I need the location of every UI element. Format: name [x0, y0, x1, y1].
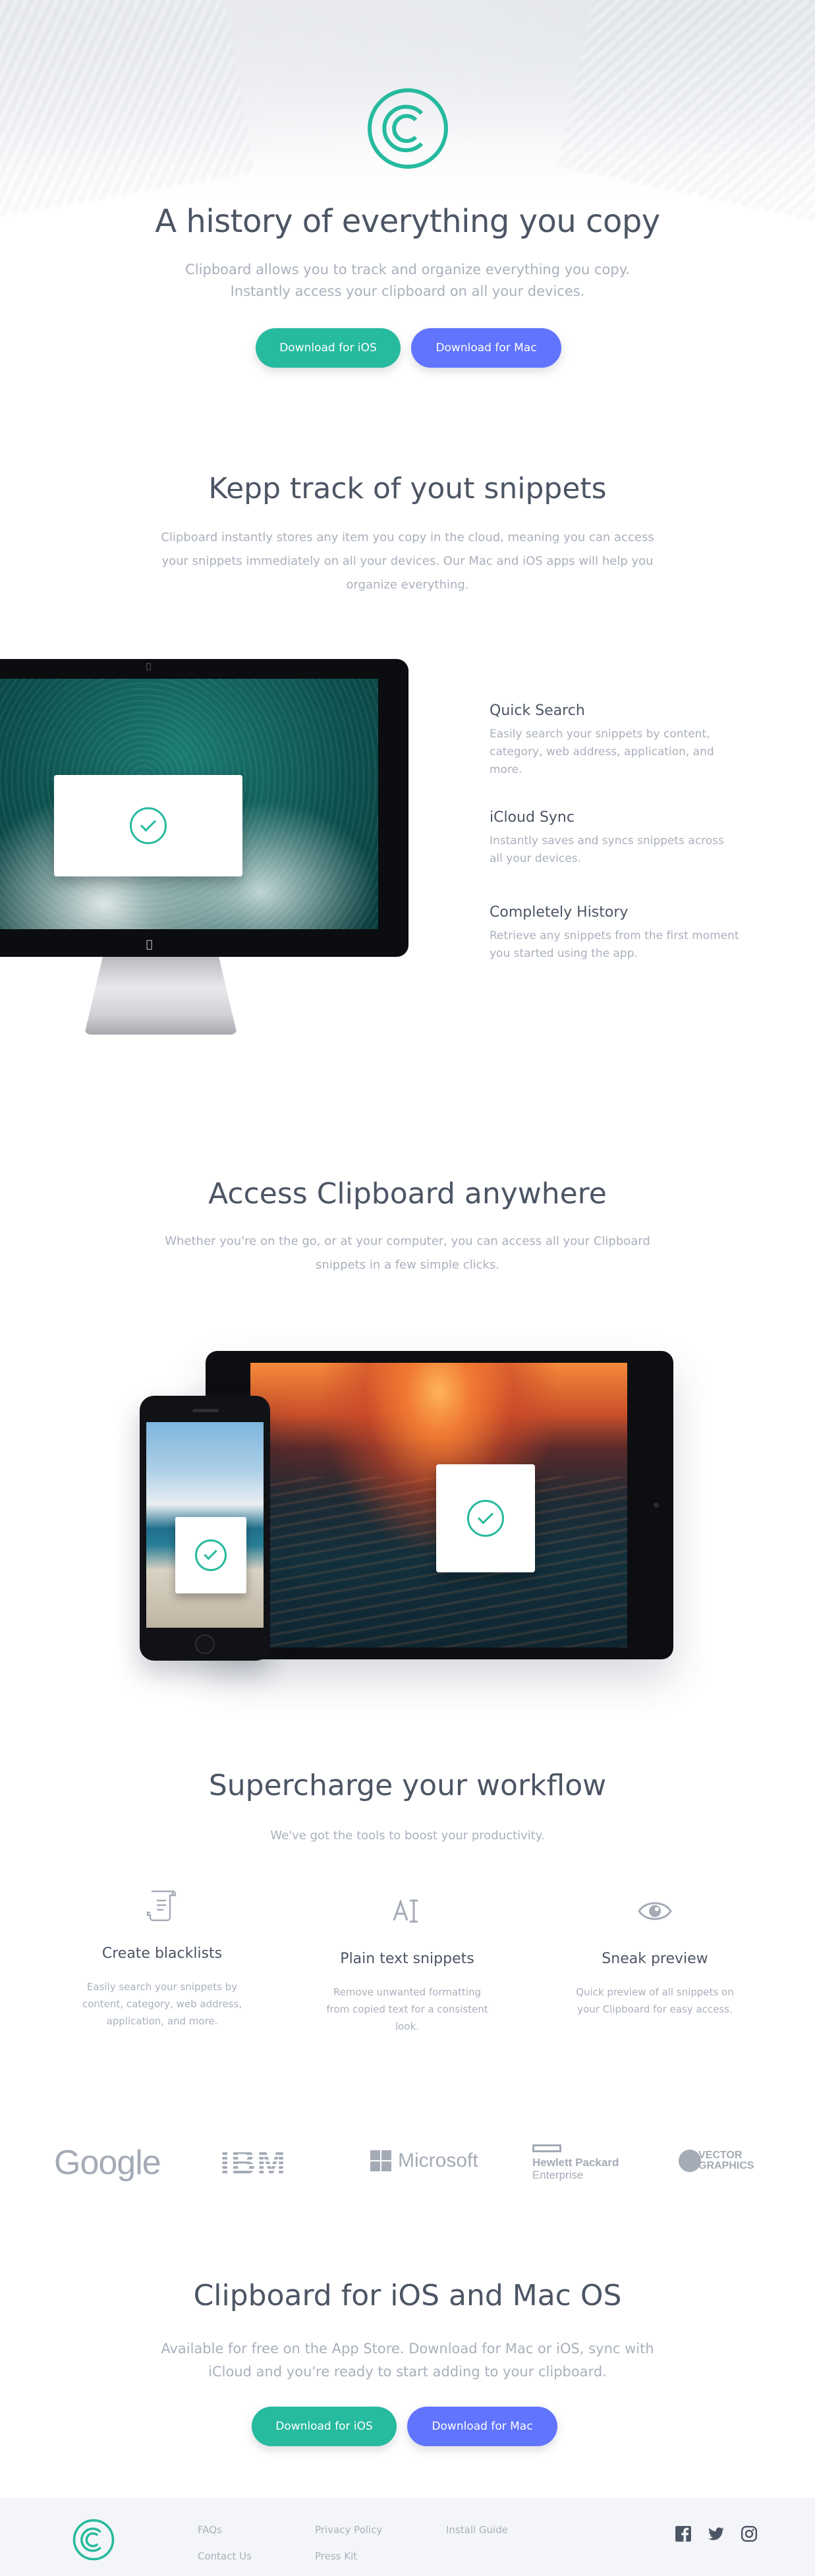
footer-link-faqs[interactable]: FAQs	[198, 2524, 222, 2536]
footer: FAQs Contact Us Privacy Policy Press Kit…	[0, 2498, 815, 2576]
feature-title: iCloud Sync	[490, 809, 575, 826]
hp-logo: Hewlett Packard Enterprise	[532, 2144, 619, 2181]
workflow-subtitle: We've got the tools to boost your produc…	[270, 1829, 545, 1843]
tool-item: Sneak preview Quick preview of all snipp…	[549, 1885, 760, 2036]
cta-subtitle: Available for free on the App Store. Dow…	[161, 2341, 654, 2380]
hero-subtitle-line1: Clipboard allows you to track and organi…	[185, 262, 630, 277]
microsoft-logo-text: Microsoft	[398, 2150, 478, 2171]
tablet-check-card	[436, 1464, 535, 1572]
cta-download-mac-button[interactable]: Download for Mac	[407, 2407, 557, 2446]
tablet-image	[206, 1351, 673, 1659]
tool-title: Plain text snippets	[340, 1951, 474, 1967]
phone-speaker	[192, 1409, 219, 1412]
tool-item: Plain text snippets Remove unwanted form…	[302, 1885, 513, 2036]
page: A history of everything you copy Clipboa…	[0, 0, 815, 2576]
phone-screen	[146, 1422, 264, 1628]
feature-desc: Instantly saves and syncs snippets acros…	[490, 834, 724, 865]
phone-image	[140, 1396, 270, 1661]
monitor-check-card	[54, 775, 242, 876]
monitor-screen	[0, 679, 378, 929]
footer-logo-icon	[72, 2519, 115, 2561]
feature-title: Completely History	[490, 904, 629, 921]
microsoft-logo: Microsoft	[370, 2150, 478, 2172]
hero-subtitle: Clipboard allows you to track and organi…	[0, 259, 815, 302]
hp-logo-line1: Hewlett Packard	[532, 2156, 619, 2169]
tool-title: Create blacklists	[101, 1945, 223, 1962]
monitor-stand	[84, 957, 237, 1035]
phone-check-card	[175, 1517, 246, 1593]
tool-desc: Quick preview of all snippets on your Cl…	[576, 1986, 734, 2015]
microsoft-squares-icon	[370, 2150, 391, 2171]
feature-item: Quick Search Easily search your snippets…	[490, 702, 740, 779]
hp-rectangle-icon	[532, 2144, 561, 2152]
access-subtitle: Whether you're on the go, or at your com…	[165, 1234, 650, 1272]
apple-logo-icon: 	[146, 662, 151, 671]
ibm-logo: IBM	[220, 2144, 287, 2182]
feature-desc: Easily search your snippets by content, …	[490, 728, 714, 776]
apple-logo-icon: 	[146, 938, 153, 950]
eye-icon	[638, 1902, 672, 1920]
download-mac-button[interactable]: Download for Mac	[411, 328, 561, 368]
cta-title: Clipboard for iOS and Mac OS	[193, 2279, 622, 2312]
footer-link-privacy[interactable]: Privacy Policy	[315, 2524, 382, 2536]
snippets-subtitle: Clipboard instantly stores any item you …	[161, 530, 654, 592]
hp-logo-line2: Enterprise	[532, 2169, 584, 2181]
cta-download-ios-button[interactable]: Download for iOS	[252, 2407, 397, 2446]
feature-title: Quick Search	[490, 702, 585, 719]
footer-link-presskit[interactable]: Press Kit	[315, 2550, 357, 2562]
tablet-screen	[250, 1363, 627, 1647]
access-title: Access Clipboard anywhere	[208, 1177, 607, 1211]
download-ios-button[interactable]: Download for iOS	[256, 328, 401, 368]
tool-desc: Remove unwanted formatting from copied t…	[326, 1986, 488, 2032]
text-icon	[393, 1899, 418, 1923]
monitor-image:  	[0, 659, 410, 1035]
feature-item: Completely History Retrieve any snippets…	[490, 904, 740, 963]
workflow-title: Supercharge your workflow	[208, 1769, 607, 1802]
hero-subtitle-line2: Instantly access your clipboard on all y…	[230, 283, 585, 299]
phone-home-button	[195, 1634, 215, 1654]
tool-item: Create blacklists Easily search your sni…	[57, 1885, 267, 2036]
vector-logo-line2: GRAPHICS	[698, 2160, 754, 2171]
tool-title: Sneak preview	[602, 1951, 708, 1967]
footer-link-install[interactable]: Install Guide	[446, 2524, 508, 2536]
footer-link-contact[interactable]: Contact Us	[198, 2550, 252, 2562]
feature-desc: Retrieve any snippets from the first mom…	[490, 929, 739, 960]
tablet-camera	[654, 1503, 659, 1508]
clipboard-logo-icon	[368, 88, 448, 169]
vector-graphics-logo: VECTOR GRAPHICS	[679, 2150, 754, 2172]
feature-item: iCloud Sync Instantly saves and syncs sn…	[490, 809, 740, 868]
facebook-icon[interactable]	[675, 2525, 692, 2542]
twitter-icon[interactable]	[708, 2525, 725, 2542]
hero-title: A history of everything you copy	[155, 203, 660, 240]
google-logo: Google	[54, 2144, 161, 2182]
vector-logo-line1: VECTOR	[698, 2150, 743, 2161]
vector-circle-icon	[679, 2150, 701, 2172]
snippets-title: Kepp track of yout snippets	[208, 472, 607, 505]
tool-desc: Easily search your snippets by content, …	[82, 1981, 242, 2027]
blacklist-icon	[146, 1890, 177, 1922]
instagram-icon[interactable]	[741, 2525, 758, 2542]
monitor-frame:  	[0, 659, 408, 957]
partner-logos: Google IBM Microsoft Hewlett Packard Ent…	[0, 2135, 815, 2188]
vector-logo-text: VECTOR GRAPHICS	[698, 2150, 754, 2171]
